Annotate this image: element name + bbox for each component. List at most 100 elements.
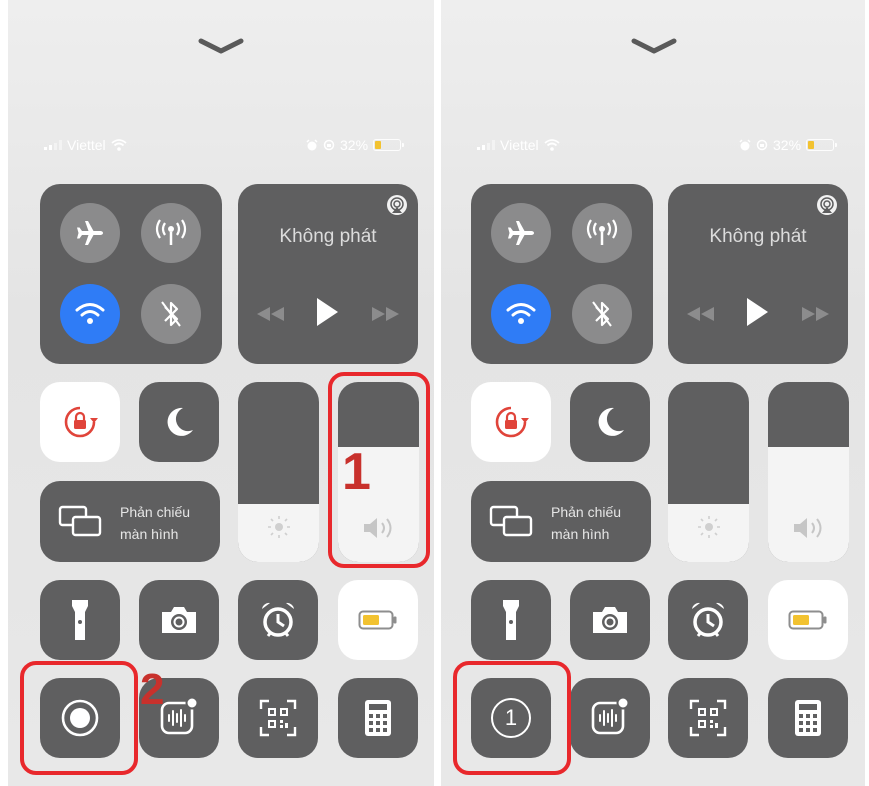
camera-button[interactable]	[570, 580, 650, 660]
battery-level-fill	[808, 141, 815, 149]
flashlight-icon	[503, 600, 519, 640]
battery-percent: 32%	[340, 137, 369, 153]
calculator-icon	[795, 700, 821, 736]
screen-mirroring-icon	[489, 505, 533, 537]
screen-record-highlight-box	[453, 661, 571, 775]
play-icon[interactable]	[314, 296, 340, 328]
now-playing-title: Không phát	[279, 226, 377, 247]
screen-record-highlight-box	[20, 661, 138, 775]
battery-icon	[806, 139, 838, 151]
signal-strength-icon	[44, 140, 62, 150]
flashlight-icon	[72, 600, 88, 640]
now-playing-title: Không phát	[709, 226, 807, 247]
brightness-icon	[267, 516, 290, 538]
rewind-icon[interactable]	[256, 306, 286, 322]
chevron-down-icon[interactable]	[631, 36, 677, 56]
fast-forward-icon[interactable]	[800, 306, 830, 322]
rotation-lock-icon	[64, 406, 98, 438]
status-bar-right: 32%	[739, 136, 838, 154]
camera-button[interactable]	[139, 580, 219, 660]
flashlight-button[interactable]	[471, 580, 551, 660]
screen-mirroring-button[interactable]: Phản chiếu màn hình	[471, 481, 651, 562]
airplay-icon[interactable]	[816, 194, 838, 216]
airplane-mode-icon	[508, 221, 534, 245]
bluetooth-button[interactable]	[572, 284, 632, 344]
chevron-down-icon[interactable]	[198, 36, 244, 56]
screen-mirroring-label-line1: Phản chiếu	[120, 504, 191, 520]
airplane-mode-icon	[77, 221, 103, 245]
qr-code-scanner-icon	[259, 699, 297, 737]
status-bar-left: Viettel	[477, 136, 560, 154]
airplane-mode-button[interactable]	[491, 203, 551, 263]
battery-icon	[373, 139, 405, 151]
carrier-name: Viettel	[500, 137, 539, 153]
brightness-icon	[697, 516, 720, 538]
screen-mirroring-label-line2: màn hình	[120, 526, 179, 542]
airplay-icon[interactable]	[386, 194, 408, 216]
brightness-icon-wrap	[668, 514, 749, 540]
rotation-lock-button[interactable]	[40, 382, 120, 462]
brightness-icon-wrap	[238, 514, 319, 540]
screen-mirroring-label: Phản chiếu màn hình	[120, 501, 190, 545]
alarm-clock-button[interactable]	[668, 580, 748, 660]
volume-slider-fill	[768, 446, 849, 562]
screen-mirroring-button[interactable]: Phản chiếu màn hình	[40, 481, 220, 562]
brightness-slider[interactable]	[668, 382, 749, 562]
step-2-label: 2	[140, 665, 165, 714]
low-power-mode-button[interactable]	[338, 580, 418, 660]
do-not-disturb-button[interactable]	[570, 382, 650, 462]
camera-icon	[593, 607, 627, 633]
volume-icon	[793, 518, 821, 538]
brightness-slider[interactable]	[238, 382, 319, 562]
rotation-lock-icon	[495, 406, 529, 438]
wifi-button[interactable]	[60, 284, 120, 344]
calculator-icon	[365, 700, 391, 736]
fast-forward-icon[interactable]	[370, 306, 400, 322]
wifi-icon	[506, 303, 536, 324]
do-not-disturb-button[interactable]	[139, 382, 219, 462]
voice-memos-icon	[591, 696, 630, 735]
voice-memos-button[interactable]	[570, 678, 650, 758]
rewind-icon[interactable]	[686, 306, 716, 322]
calculator-button[interactable]	[768, 678, 848, 758]
alarm-clock-icon	[262, 602, 294, 637]
bluetooth-button[interactable]	[141, 284, 201, 344]
airplane-mode-button[interactable]	[60, 203, 120, 263]
rotation-lock-button[interactable]	[471, 382, 551, 462]
orientation-lock-status-icon	[756, 139, 768, 151]
wifi-button[interactable]	[491, 284, 551, 344]
signal-strength-icon	[477, 140, 495, 150]
low-power-mode-icon	[358, 610, 397, 630]
connectivity-module	[40, 184, 222, 364]
cellular-data-button[interactable]	[572, 203, 632, 263]
low-power-mode-button[interactable]	[768, 580, 848, 660]
volume-slider[interactable]	[768, 382, 849, 562]
alarm-status-icon	[739, 139, 751, 151]
calculator-button[interactable]	[338, 678, 418, 758]
alarm-status-icon	[306, 139, 318, 151]
screen-mirroring-label: Phản chiếu màn hình	[551, 501, 621, 545]
play-icon[interactable]	[744, 296, 770, 328]
moon-icon	[167, 407, 193, 436]
low-power-mode-icon	[788, 610, 827, 630]
screen-mirroring-icon	[58, 505, 102, 537]
qr-scanner-button[interactable]	[668, 678, 748, 758]
alarm-clock-button[interactable]	[238, 580, 318, 660]
wifi-status-icon	[111, 139, 127, 151]
orientation-lock-status-icon	[323, 139, 335, 151]
control-center-before: Viettel 32% Không phát Phản chiếu màn hì…	[8, 0, 434, 786]
camera-icon	[162, 607, 196, 633]
flashlight-button[interactable]	[40, 580, 120, 660]
qr-code-scanner-icon	[689, 699, 727, 737]
bluetooth-icon	[592, 301, 612, 327]
screen-mirroring-label-line2: màn hình	[551, 526, 610, 542]
now-playing-module[interactable]: Không phát	[668, 184, 848, 364]
cellular-data-icon	[155, 219, 187, 245]
volume-icon-wrap	[768, 516, 849, 540]
alarm-clock-icon	[692, 602, 724, 637]
battery-percent: 32%	[773, 137, 802, 153]
now-playing-module[interactable]: Không phát	[238, 184, 418, 364]
moon-icon	[598, 407, 624, 436]
qr-scanner-button[interactable]	[238, 678, 318, 758]
cellular-data-button[interactable]	[141, 203, 201, 263]
